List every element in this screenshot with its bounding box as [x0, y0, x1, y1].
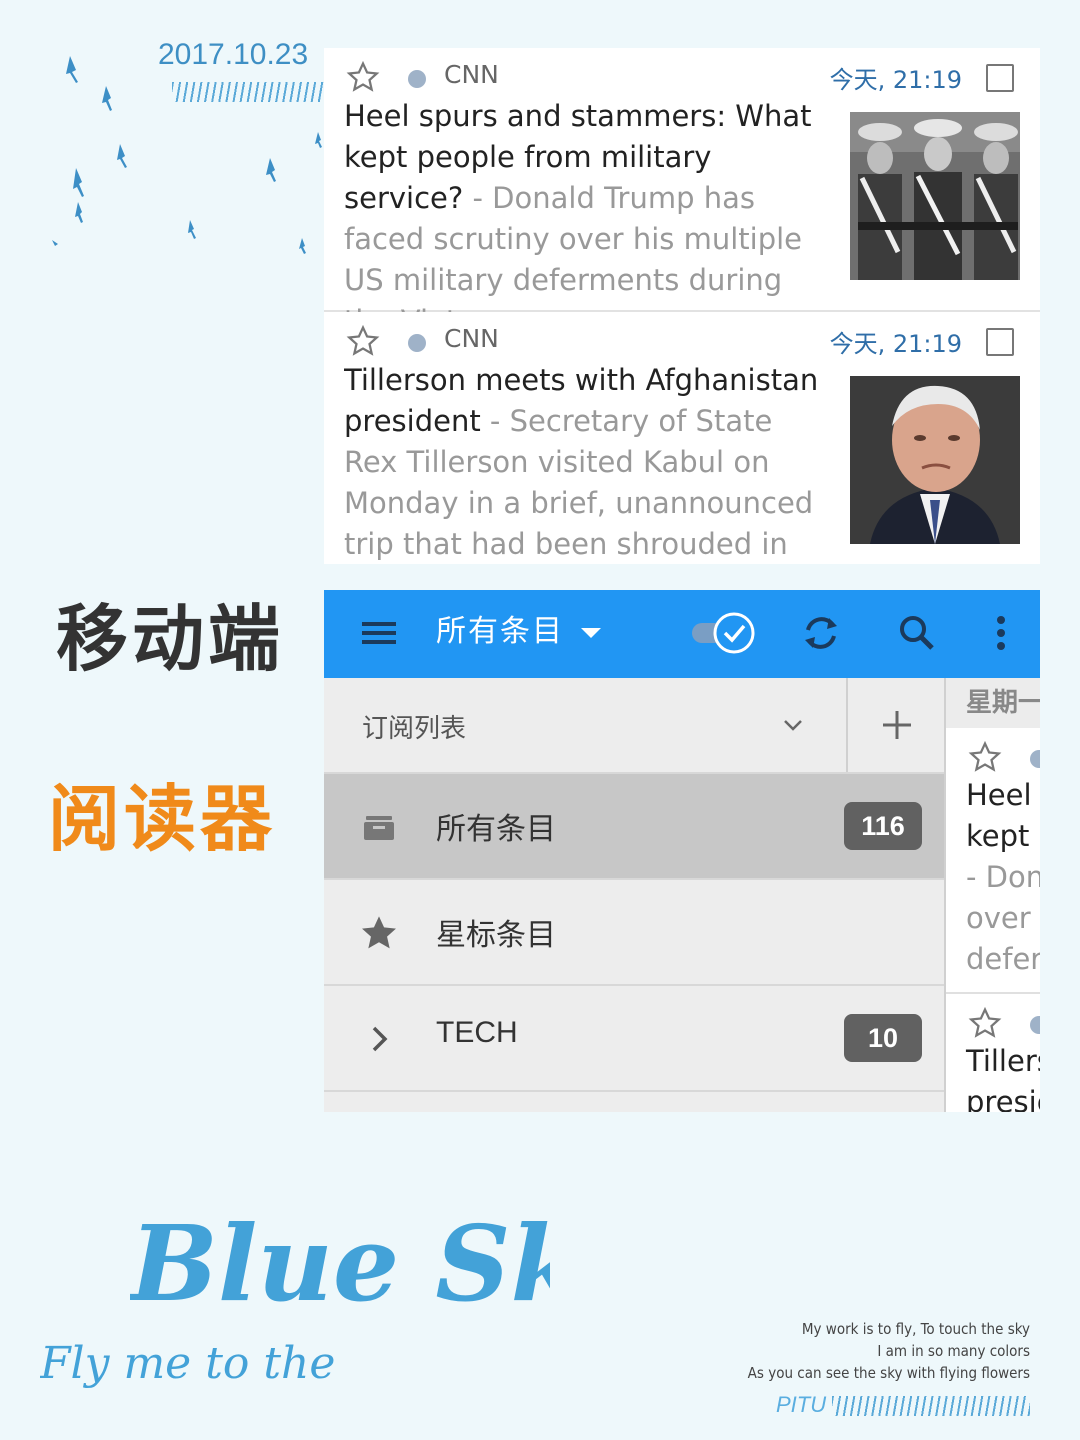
toolbar-title[interactable]: 所有条目 — [436, 606, 564, 650]
unread-dot — [408, 70, 426, 88]
portrait-photo — [850, 376, 1020, 544]
poem-line: My work is to fly, To touch the sky — [801, 1320, 1030, 1338]
select-checkbox[interactable] — [986, 328, 1014, 356]
brand-label: PITU — [776, 1392, 827, 1417]
brand-stripe — [832, 1396, 1030, 1416]
article-text[interactable]: Tillerson meets with Afghanistan preside… — [344, 360, 834, 565]
subscriptions-header[interactable]: 订阅列表 — [324, 678, 944, 774]
drawer-item-starred[interactable]: 星标条目 — [324, 880, 944, 986]
article-list-peek: 星期一 Heel s kept p - Don over h defer Til… — [946, 678, 1040, 1112]
drawer-item-tech[interactable]: TECH 10 — [324, 986, 944, 1092]
day-header: 星期一 — [946, 678, 1040, 728]
refresh-icon[interactable] — [796, 608, 846, 658]
dropdown-arrow-icon[interactable] — [566, 608, 616, 658]
star-outline-icon[interactable] — [346, 60, 380, 94]
mark-read-toggle-icon[interactable] — [686, 608, 760, 658]
fly-me-script: Fly me to the — [40, 1338, 335, 1389]
article-card[interactable]: CNN 今天, 21:19 Tillerson meets with Afgha… — [324, 312, 1040, 564]
star-outline-icon[interactable] — [968, 740, 1002, 774]
birds-illustration — [52, 56, 322, 254]
list-item[interactable]: Tillers presic — [946, 994, 1040, 1112]
chevron-down-icon[interactable] — [776, 708, 810, 742]
subscriptions-label: 订阅列表 — [362, 714, 467, 744]
poem-block: My work is to fly, To touch the sky I am… — [748, 1318, 1030, 1384]
peek-text: over h — [966, 901, 1040, 935]
label-mobile: 移动端 — [56, 596, 285, 681]
select-checkbox[interactable] — [986, 64, 1014, 92]
article-time: 今天, 21:19 — [829, 66, 962, 94]
chevron-right-icon[interactable] — [358, 1018, 400, 1060]
star-outline-icon[interactable] — [346, 324, 380, 358]
more-vert-icon[interactable] — [976, 608, 1026, 658]
app-toolbar: 所有条目 — [324, 590, 1040, 678]
menu-icon[interactable] — [354, 608, 404, 658]
drawer-item-label: TECH — [436, 1016, 518, 1049]
article-card[interactable]: CNN 今天, 21:19 Heel spurs and stammers: W… — [324, 48, 1040, 338]
divider — [846, 678, 848, 772]
label-reader: 阅读器 — [48, 776, 277, 861]
peek-text: - Don — [966, 860, 1040, 894]
poem-line: I am in so many colors — [877, 1342, 1030, 1360]
search-icon[interactable] — [892, 608, 942, 658]
article-text[interactable]: Heel spurs and stammers: What kept peopl… — [344, 96, 834, 342]
article-time: 今天, 21:19 — [829, 330, 962, 358]
unread-dot — [1030, 1016, 1040, 1034]
poem-line: As you can see the sky with flying flowe… — [747, 1364, 1030, 1382]
article-source: CNN — [444, 60, 499, 89]
reader-app: 所有条目 订阅列表 所有条目 116 星标条目 TECH 10 星期一 Heel… — [324, 590, 1040, 1112]
add-icon[interactable] — [876, 704, 918, 746]
soldiers-photo — [850, 112, 1020, 280]
peek-text: Heel s — [966, 778, 1040, 812]
peek-text: presic — [966, 1085, 1040, 1112]
navigation-drawer: 订阅列表 所有条目 116 星标条目 TECH 10 — [324, 678, 946, 1112]
drawer-item-label: 所有条目 — [436, 812, 556, 847]
count-badge: 116 — [844, 802, 922, 850]
peek-text: Tillers — [966, 1044, 1040, 1078]
star-outline-icon[interactable] — [968, 1006, 1002, 1040]
drawer-item-all[interactable]: 所有条目 116 — [324, 774, 944, 880]
peek-text: kept p — [966, 819, 1040, 853]
star-filled-icon — [362, 916, 396, 949]
unread-dot — [408, 334, 426, 352]
count-badge: 10 — [844, 1014, 922, 1062]
drawer-item-label: 星标条目 — [436, 918, 556, 953]
script-title: Blue Sky — [130, 1202, 550, 1325]
unread-dot — [1030, 750, 1040, 768]
inbox-icon — [364, 816, 394, 840]
article-source: CNN — [444, 324, 499, 353]
script-subtitle: Fly me to the — [40, 1338, 335, 1389]
list-item[interactable]: Heel s kept p - Don over h defer — [946, 728, 1040, 994]
peek-text: defer — [966, 942, 1040, 976]
